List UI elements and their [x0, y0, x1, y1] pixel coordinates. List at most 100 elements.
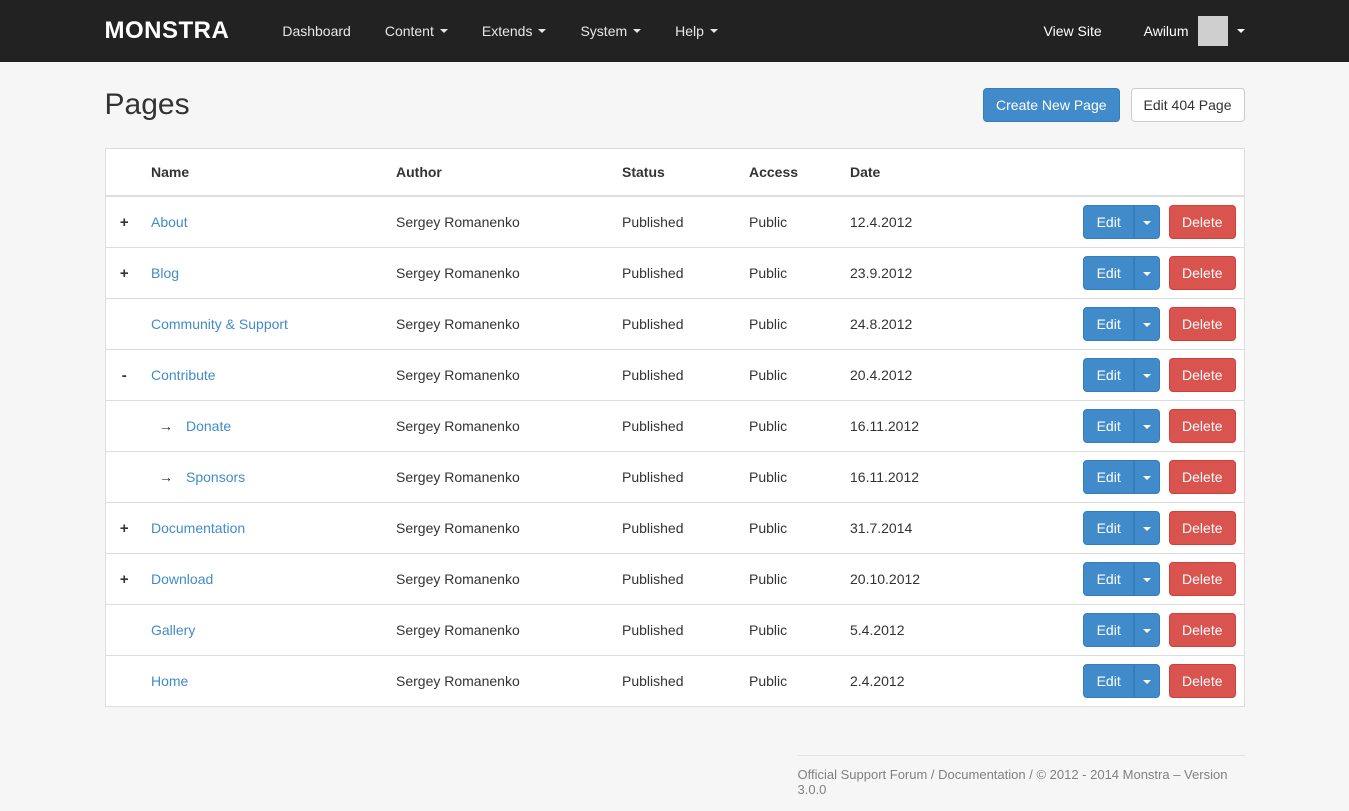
page-name-link[interactable]: Contribute [151, 367, 216, 383]
access-cell: Public [741, 452, 842, 503]
edit-dropdown-button[interactable] [1134, 358, 1160, 392]
page-header: Pages Create New Page Edit 404 Page [105, 88, 1245, 122]
table-row: Community & Support Sergey Romanenko Pub… [105, 299, 1244, 350]
status-cell: Published [614, 452, 741, 503]
page-name-link[interactable]: Documentation [151, 520, 245, 536]
col-actions [1002, 149, 1244, 197]
expand-toggle[interactable]: - [122, 367, 127, 384]
edit-button[interactable]: Edit [1083, 256, 1134, 290]
author-cell: Sergey Romanenko [388, 401, 614, 452]
edit-button[interactable]: Edit [1083, 409, 1134, 443]
caret-down-icon [538, 29, 546, 33]
delete-button[interactable]: Delete [1169, 409, 1235, 443]
expand-toggle[interactable]: + [120, 265, 129, 282]
access-cell: Public [741, 350, 842, 401]
edit-dropdown-button[interactable] [1134, 511, 1160, 545]
caret-down-icon [1143, 680, 1151, 684]
chevron-down-icon [1237, 29, 1245, 33]
child-arrow-icon: → [159, 418, 173, 434]
access-cell: Public [741, 248, 842, 299]
delete-button[interactable]: Delete [1169, 562, 1235, 596]
status-cell: Published [614, 656, 741, 707]
edit-button[interactable]: Edit [1083, 613, 1134, 647]
navbar-inner: MONSTRA Dashboard Content Extends System… [105, 0, 1245, 62]
avatar [1198, 16, 1228, 46]
page-name-link[interactable]: Donate [186, 418, 231, 434]
page-name-link[interactable]: Blog [151, 265, 179, 281]
expand-toggle[interactable]: + [120, 571, 129, 588]
edit-dropdown-button[interactable] [1134, 409, 1160, 443]
status-cell: Published [614, 299, 741, 350]
user-menu[interactable]: Awilum [1144, 16, 1245, 46]
status-cell: Published [614, 605, 741, 656]
edit-dropdown-button[interactable] [1134, 460, 1160, 494]
footer: Official Support Forum / Documentation /… [798, 755, 1245, 811]
edit-button[interactable]: Edit [1083, 511, 1134, 545]
edit-button[interactable]: Edit [1083, 205, 1134, 239]
table-header-row: Name Author Status Access Date [105, 149, 1244, 197]
delete-button[interactable]: Delete [1169, 613, 1235, 647]
access-cell: Public [741, 503, 842, 554]
delete-button[interactable]: Delete [1169, 358, 1235, 392]
edit-split-button: Edit [1083, 205, 1160, 239]
page-name-link[interactable]: Download [151, 571, 213, 587]
date-cell: 23.9.2012 [842, 248, 1002, 299]
delete-button[interactable]: Delete [1169, 205, 1235, 239]
caret-down-icon [1143, 578, 1151, 582]
page-name-link[interactable]: About [151, 214, 188, 230]
edit-split-button: Edit [1083, 562, 1160, 596]
delete-button[interactable]: Delete [1169, 307, 1235, 341]
edit-button[interactable]: Edit [1083, 358, 1134, 392]
edit-dropdown-button[interactable] [1134, 562, 1160, 596]
expand-toggle[interactable]: + [120, 214, 129, 231]
nav-item-dashboard[interactable]: Dashboard [265, 0, 368, 62]
expand-toggle[interactable]: + [120, 520, 129, 537]
edit-dropdown-button[interactable] [1134, 664, 1160, 698]
col-name: Name [143, 149, 388, 197]
delete-button[interactable]: Delete [1169, 664, 1235, 698]
documentation-link[interactable]: Documentation [938, 767, 1025, 782]
edit-split-button: Edit [1083, 613, 1160, 647]
status-cell: Published [614, 196, 741, 248]
view-site-link[interactable]: View Site [1044, 23, 1102, 39]
access-cell: Public [741, 554, 842, 605]
status-cell: Published [614, 350, 741, 401]
date-cell: 20.10.2012 [842, 554, 1002, 605]
nav-item-extends[interactable]: Extends [465, 0, 564, 62]
edit-button[interactable]: Edit [1083, 562, 1134, 596]
edit-dropdown-button[interactable] [1134, 256, 1160, 290]
edit-dropdown-button[interactable] [1134, 205, 1160, 239]
create-new-page-button[interactable]: Create New Page [983, 88, 1120, 122]
header-buttons: Create New Page Edit 404 Page [983, 88, 1244, 122]
author-cell: Sergey Romanenko [388, 503, 614, 554]
page-name-link[interactable]: Sponsors [186, 469, 245, 485]
nav-item-content[interactable]: Content [368, 0, 465, 62]
edit-split-button: Edit [1083, 460, 1160, 494]
page-name-link[interactable]: Home [151, 673, 188, 689]
delete-button[interactable]: Delete [1169, 511, 1235, 545]
page-name-link[interactable]: Gallery [151, 622, 195, 638]
page-name-link[interactable]: Community & Support [151, 316, 288, 332]
edit-button[interactable]: Edit [1083, 307, 1134, 341]
edit-button[interactable]: Edit [1083, 460, 1134, 494]
status-cell: Published [614, 401, 741, 452]
support-forum-link[interactable]: Official Support Forum [798, 767, 928, 782]
brand-logo[interactable]: MONSTRA [105, 17, 230, 45]
date-cell: 5.4.2012 [842, 605, 1002, 656]
edit-split-button: Edit [1083, 511, 1160, 545]
nav-item-system[interactable]: System [563, 0, 658, 62]
caret-down-icon [1143, 323, 1151, 327]
pages-table: Name Author Status Access Date + About S… [105, 148, 1245, 707]
edit-button[interactable]: Edit [1083, 664, 1134, 698]
col-author: Author [388, 149, 614, 197]
edit-dropdown-button[interactable] [1134, 613, 1160, 647]
access-cell: Public [741, 299, 842, 350]
col-date: Date [842, 149, 1002, 197]
edit-dropdown-button[interactable] [1134, 307, 1160, 341]
delete-button[interactable]: Delete [1169, 460, 1235, 494]
nav-item-help[interactable]: Help [658, 0, 735, 62]
main-container: Pages Create New Page Edit 404 Page Name… [105, 88, 1245, 811]
edit-404-page-button[interactable]: Edit 404 Page [1131, 88, 1245, 122]
status-cell: Published [614, 248, 741, 299]
delete-button[interactable]: Delete [1169, 256, 1235, 290]
